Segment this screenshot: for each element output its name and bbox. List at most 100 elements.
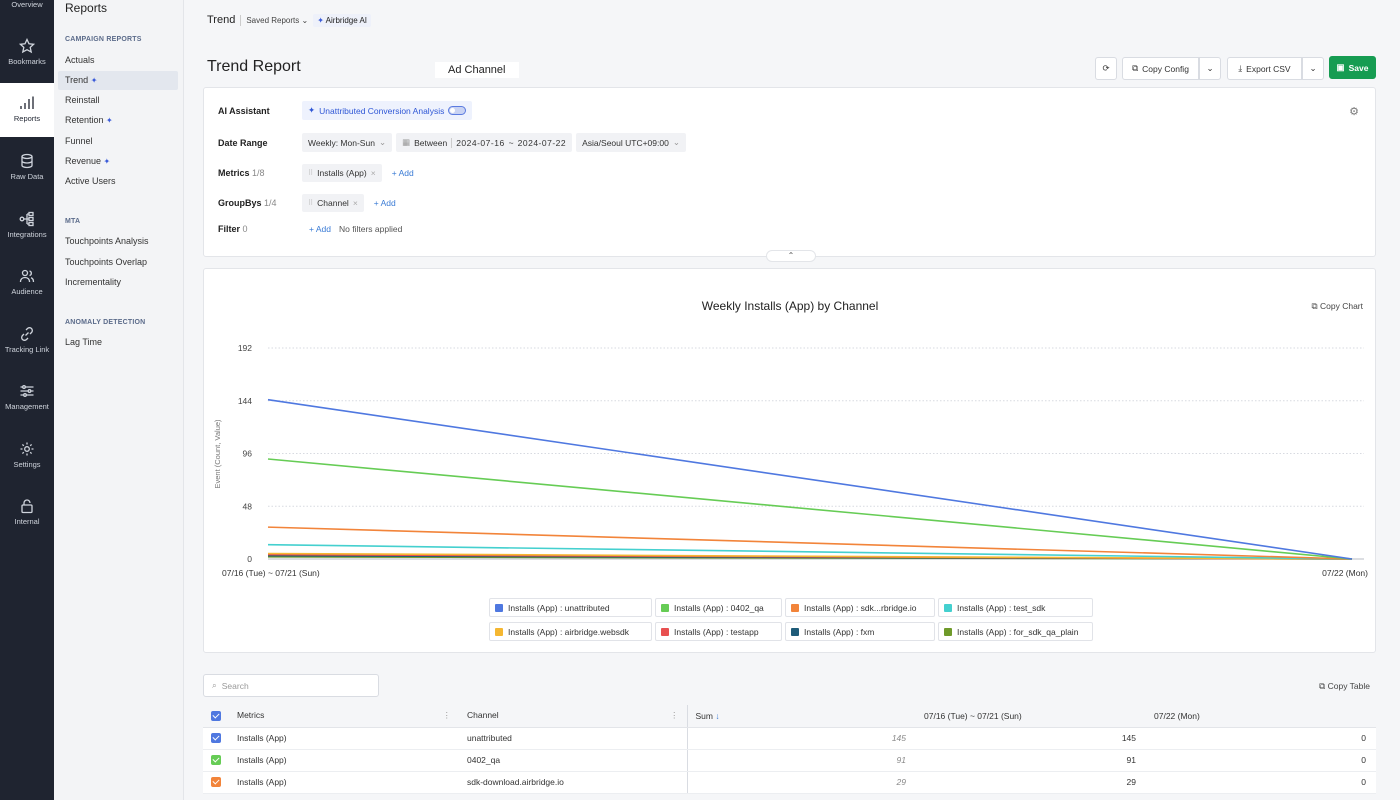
reports-subnav: Reports CAMPAIGN REPORTS Actuals Trend ✦… [54, 0, 184, 800]
select-all-checkbox[interactable] [203, 705, 229, 728]
export-csv-dropdown[interactable]: ⌄ [1302, 57, 1324, 80]
groupby-chip[interactable]: ⠿ Channel × [302, 194, 364, 212]
rail-raw-data[interactable]: Raw Data [0, 153, 54, 181]
rail-settings[interactable]: Settings [0, 441, 54, 469]
column-menu-icon[interactable]: ⋮ [670, 710, 679, 721]
rail-overview[interactable]: Overview [0, 0, 54, 9]
airbridge-ai-button[interactable]: ✦ Airbridge AI [313, 13, 372, 27]
subnav-item-actuals[interactable]: Actuals [58, 51, 178, 70]
subnav-item-touchpoints-analysis[interactable]: Touchpoints Analysis [58, 232, 178, 251]
cell-week1: 29 [916, 771, 1146, 794]
table-row[interactable]: Installs (App) unattributed 145 145 0 [203, 727, 1376, 750]
drag-handle-icon[interactable]: ⠿ [308, 199, 313, 207]
legend-label: Installs (App) : testapp [674, 626, 759, 637]
rail-management[interactable]: Management [0, 383, 54, 411]
export-csv-button[interactable]: ⤓ Export CSV [1227, 57, 1302, 80]
subnav-item-incrementality[interactable]: Incrementality [58, 273, 178, 292]
chevron-down-icon: ⌄ [378, 137, 387, 147]
col-sum-label: Sum [695, 710, 713, 721]
cell-week2: 0 [1146, 727, 1376, 750]
date-start: 2024-07-16 [456, 137, 505, 148]
rail-integrations[interactable]: Integrations [0, 211, 54, 239]
row-checkbox[interactable] [203, 727, 229, 750]
remove-icon[interactable]: × [371, 168, 376, 178]
series-line[interactable] [267, 398, 1353, 560]
y-tick-label: 96 [243, 449, 253, 459]
col-week2[interactable]: 07/22 (Mon) [1146, 705, 1376, 728]
subnav-item-touchpoints-overlap[interactable]: Touchpoints Overlap [58, 253, 178, 272]
integrations-icon [19, 211, 34, 227]
drag-handle-icon[interactable]: ⠿ [308, 169, 313, 177]
chart-legend: Installs (App) : unattributed Installs (A… [489, 598, 1093, 641]
subnav-item-active-users[interactable]: Active Users [58, 172, 178, 191]
rail-bookmarks[interactable]: Bookmarks [0, 38, 54, 66]
legend-swatch [944, 627, 952, 636]
column-menu-icon[interactable]: ⋮ [443, 710, 452, 721]
settings-sliders-icon[interactable]: ⚙ [1349, 105, 1359, 118]
col-sum[interactable]: Sum ↓ [687, 705, 916, 728]
collapse-config-button[interactable]: ⌃ [766, 250, 816, 262]
saved-reports-dropdown[interactable]: Saved Reports ⌄ [246, 16, 308, 25]
legend-swatch [944, 603, 952, 612]
save-button[interactable]: ▣ Save [1329, 56, 1376, 79]
add-groupby-button[interactable]: + Add [374, 198, 396, 208]
subnav-item-trend[interactable]: Trend ✦ [58, 71, 178, 90]
legend-item[interactable]: Installs (App) : test_sdk [938, 598, 1093, 617]
subnav-item-revenue[interactable]: Revenue ✦ [58, 152, 178, 171]
ai-feature-toggle[interactable] [448, 106, 467, 115]
checkbox[interactable] [211, 777, 221, 788]
rail-audience[interactable]: Audience [0, 268, 54, 296]
copy-table-button[interactable]: ⧉ Copy Table [1319, 681, 1370, 692]
col-week1[interactable]: 07/16 (Tue) ~ 07/21 (Sun) [916, 705, 1146, 728]
search-input[interactable]: ⌕ Search [203, 674, 379, 697]
copy-config-button[interactable]: ⧉ Copy Config [1122, 57, 1199, 80]
cell-metric: Installs (App) [229, 771, 459, 794]
table-row[interactable]: Installs (App) 0402_qa 91 91 0 [203, 749, 1376, 772]
cell-sum: 145 [687, 727, 916, 750]
section-anomaly-detection: ANOMALY DETECTION [65, 319, 146, 326]
row-checkbox[interactable] [203, 771, 229, 794]
row-checkbox[interactable] [203, 749, 229, 772]
series-line[interactable] [267, 458, 1353, 560]
rail-tracking-link[interactable]: Tracking Link [0, 326, 54, 354]
date-range-picker[interactable]: ▦ Between 2024-07-16 ~2024-07-22 [396, 133, 573, 152]
granularity-select[interactable]: Weekly: Mon-Sun ⌄ [302, 133, 393, 152]
x-tick-label: 07/22 (Mon) [1322, 568, 1368, 578]
section-campaign-reports: CAMPAIGN REPORTS [65, 36, 142, 43]
legend-item[interactable]: Installs (App) : airbridge.websdk [489, 622, 652, 641]
chart-panel: Weekly Installs (App) by Channel ⧉ Copy … [203, 268, 1376, 653]
metric-chip[interactable]: ⠿ Installs (App) × [302, 164, 382, 182]
legend-item[interactable]: Installs (App) : sdk...rbridge.io [785, 598, 935, 617]
legend-item[interactable]: Installs (App) : for_sdk_qa_plain [938, 622, 1093, 641]
ai-feature-chip[interactable]: ✦ Unattributed Conversion Analysis [302, 101, 473, 120]
checkbox[interactable] [211, 755, 221, 766]
add-metric-button[interactable]: + Add [392, 168, 414, 178]
date-dash: ~ [508, 137, 514, 148]
legend-item[interactable]: Installs (App) : fxm [785, 622, 935, 641]
add-filter-button[interactable]: + Add [309, 224, 331, 234]
subnav-item-lag-time[interactable]: Lag Time [58, 333, 178, 352]
table-row[interactable]: Installs (App) sdk-download.airbridge.io 2… [203, 771, 1376, 794]
ai-assistant-row: AI Assistant ✦ Unattributed Conversion An… [218, 101, 473, 120]
rail-reports-label: Reports [13, 114, 41, 123]
col-metrics[interactable]: Metrics ⋮ [229, 705, 459, 728]
copy-config-dropdown[interactable]: ⌄ [1199, 57, 1221, 80]
subnav-item-funnel[interactable]: Funnel [58, 132, 178, 151]
hover-tooltip: Ad Channel [435, 62, 519, 78]
legend-item[interactable]: Installs (App) : unattributed [489, 598, 652, 617]
rail-internal[interactable]: Internal [0, 498, 54, 526]
legend-item[interactable]: Installs (App) : 0402_qa [655, 598, 782, 617]
rail-reports[interactable]: Reports [0, 83, 54, 137]
checkbox[interactable] [211, 711, 221, 722]
refresh-button[interactable]: ⟳ [1095, 57, 1117, 80]
checkbox[interactable] [211, 733, 221, 744]
chevron-down-icon: ⌄ [301, 15, 309, 25]
remove-icon[interactable]: × [353, 198, 358, 208]
legend-item[interactable]: Installs (App) : testapp [655, 622, 782, 641]
timezone-select[interactable]: Asia/Seoul UTC+09:00 ⌄ [576, 133, 686, 152]
col-channel[interactable]: Channel ⋮ [459, 705, 688, 728]
subnav-item-retention[interactable]: Retention ✦ [58, 111, 178, 130]
legend-label: Installs (App) : airbridge.websdk [508, 626, 629, 637]
subnav-item-reinstall[interactable]: Reinstall [58, 91, 178, 110]
legend-swatch [791, 603, 799, 612]
